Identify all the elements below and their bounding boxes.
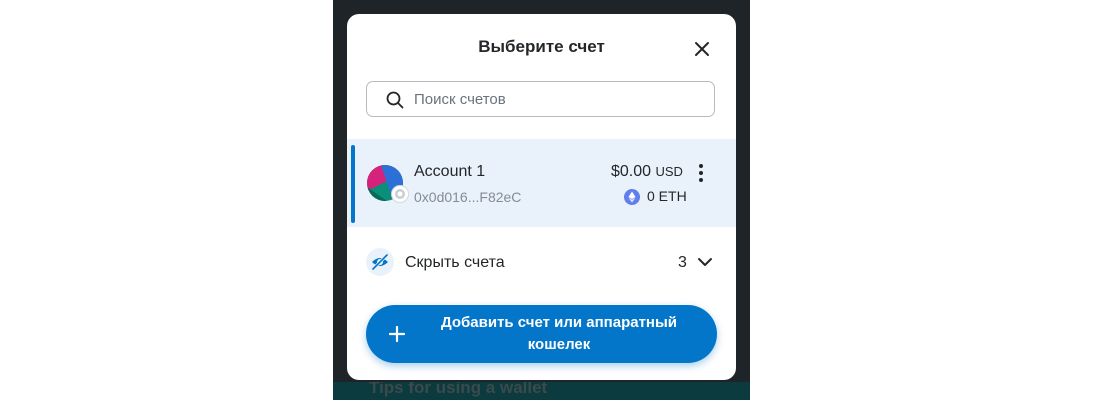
selected-indicator xyxy=(351,145,355,223)
search-field[interactable] xyxy=(366,81,715,117)
hidden-accounts-count: 3 xyxy=(678,254,687,271)
account-name: Account 1 xyxy=(414,163,486,180)
plus-icon xyxy=(388,325,406,343)
network-badge-icon xyxy=(392,186,408,202)
eye-off-icon xyxy=(366,248,394,276)
token-balance: 0 ETH xyxy=(647,188,687,204)
hidden-accounts-label: Скрыть счета xyxy=(405,254,505,271)
account-selector-modal: Выберите счет Поиск счетов Account 1 0x0… xyxy=(347,14,736,380)
backdrop-title: Tips for using a wallet xyxy=(369,382,548,397)
search-icon xyxy=(386,91,404,109)
fiat-balance: $0.00 USD xyxy=(611,163,683,181)
search-input[interactable] xyxy=(414,82,704,116)
backdrop-card: Tips for using a wallet xyxy=(333,382,750,400)
fiat-currency: USD xyxy=(655,164,683,179)
account-list-item[interactable]: Account 1 0x0d016...F82eC $0.00 USD 0 ET… xyxy=(347,139,736,227)
close-icon[interactable] xyxy=(691,38,713,60)
hidden-accounts-toggle[interactable]: Скрыть счета 3 xyxy=(347,242,736,284)
fiat-amount: $0.00 xyxy=(611,163,652,180)
add-account-button[interactable]: Добавить счет или аппаратный кошелек xyxy=(366,305,717,363)
modal-title: Выберите счет xyxy=(478,37,605,56)
modal-header: Выберите счет xyxy=(347,14,736,76)
account-options-icon[interactable] xyxy=(695,162,707,184)
add-account-label: Добавить счет или аппаратный кошелек xyxy=(440,314,678,353)
account-address: 0x0d016...F82eC xyxy=(414,189,522,205)
eth-icon xyxy=(624,189,640,205)
chevron-down-icon xyxy=(698,258,712,266)
